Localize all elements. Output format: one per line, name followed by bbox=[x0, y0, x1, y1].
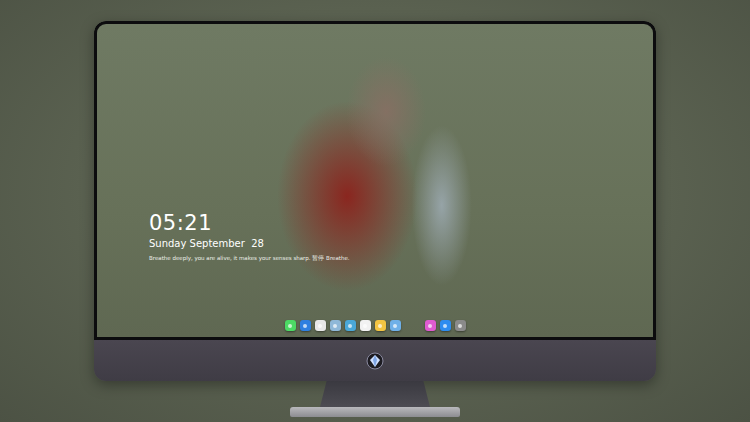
clock-time: 05:21 bbox=[149, 212, 653, 235]
page: 05:21 Sunday September 28 Breathe deeply, … bbox=[0, 0, 750, 422]
clock-date: Sunday September 28 bbox=[149, 238, 653, 249]
desktop-screen: 05:21 Sunday September 28 Breathe deeply, … bbox=[97, 24, 653, 337]
dock-separator bbox=[405, 320, 421, 331]
app-icon[interactable] bbox=[390, 320, 401, 331]
app-icon[interactable] bbox=[455, 320, 466, 331]
monitor-neck bbox=[320, 381, 430, 407]
clock-note: Breathe deeply, you are alive, it makes … bbox=[149, 255, 653, 262]
app-icon[interactable] bbox=[360, 320, 371, 331]
app-icon[interactable] bbox=[425, 320, 436, 331]
clock-widget: 05:21 Sunday September 28 Breathe deeply, … bbox=[149, 212, 653, 262]
monitor-base bbox=[290, 407, 460, 417]
logo-icon bbox=[366, 352, 384, 370]
app-icon[interactable] bbox=[345, 320, 356, 331]
monitor: 05:21 Sunday September 28 Breathe deeply, … bbox=[94, 21, 656, 381]
app-icon[interactable] bbox=[315, 320, 326, 331]
app-icon[interactable] bbox=[330, 320, 341, 331]
app-icon[interactable] bbox=[285, 320, 296, 331]
bezel: 05:21 Sunday September 28 Breathe deeply, … bbox=[94, 21, 656, 340]
app-icon[interactable] bbox=[440, 320, 451, 331]
dock bbox=[97, 320, 653, 333]
app-icon[interactable] bbox=[300, 320, 311, 331]
app-icon[interactable] bbox=[375, 320, 386, 331]
monitor-chin bbox=[94, 340, 656, 381]
